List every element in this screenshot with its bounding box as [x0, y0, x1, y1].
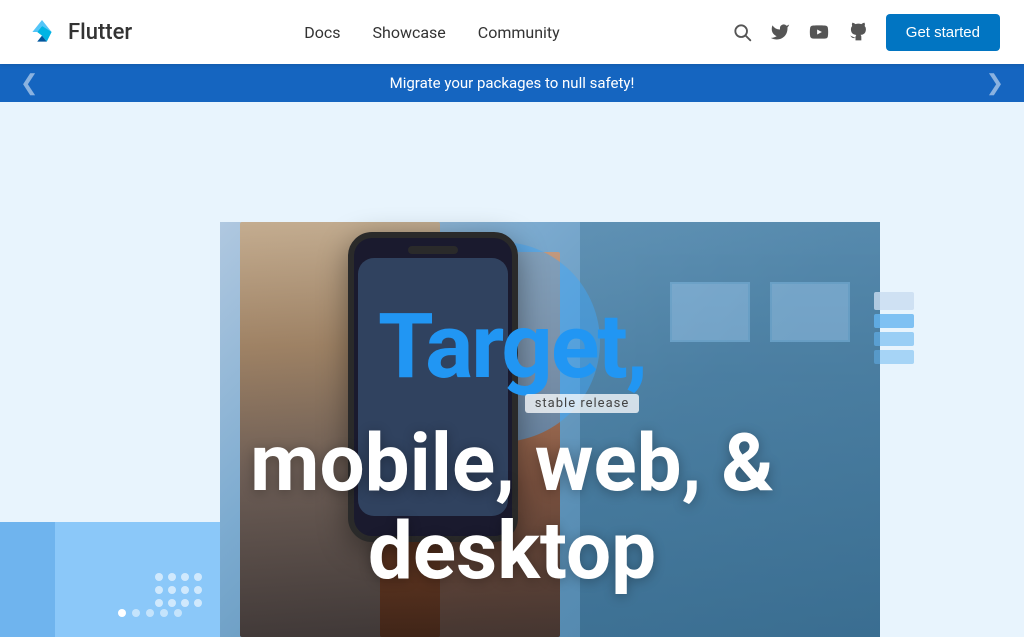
grid-dot [194, 599, 202, 607]
nav-showcase[interactable]: Showcase [373, 23, 446, 42]
carousel-dot-1[interactable] [118, 609, 126, 617]
grid-dot [168, 599, 176, 607]
search-icon[interactable] [732, 22, 752, 42]
train-background [580, 222, 880, 637]
banner-next-icon[interactable]: ❯ [986, 71, 1004, 96]
right-rect-2 [874, 314, 914, 328]
grid-dot [194, 586, 202, 594]
grid-dot [194, 573, 202, 581]
right-rect-1 [874, 292, 914, 310]
grid-dot [181, 573, 189, 581]
phone-notch [408, 246, 458, 254]
navbar: Flutter Docs Showcase Community [0, 0, 1024, 64]
carousel-dot-3[interactable] [146, 609, 154, 617]
carousel-dot-2[interactable] [132, 609, 140, 617]
announcement-banner: ❮ Migrate your packages to null safety! … [0, 64, 1024, 102]
right-rect-decorations [874, 292, 914, 364]
train-window-2 [670, 282, 750, 342]
navbar-brand-area: Flutter [24, 14, 132, 50]
grid-dot [181, 586, 189, 594]
phone-outer [348, 232, 518, 542]
nav-docs[interactable]: Docs [304, 23, 340, 42]
carousel-dots [118, 609, 182, 617]
grid-dot [155, 573, 163, 581]
github-icon[interactable] [848, 22, 868, 42]
grid-dot [155, 586, 163, 594]
youtube-icon[interactable] [808, 22, 830, 42]
hero-section: Target, stable release mobile, web, & de… [0, 102, 1024, 637]
twitter-icon[interactable] [770, 22, 790, 42]
carousel-dot-5[interactable] [174, 609, 182, 617]
nav-community[interactable]: Community [478, 23, 560, 42]
grid-dot [155, 599, 163, 607]
phone-screen [358, 258, 508, 516]
blue-rect-small [0, 522, 55, 637]
grid-dot [181, 599, 189, 607]
right-rect-4 [874, 350, 914, 364]
carousel-dot-4[interactable] [160, 609, 168, 617]
brand-name: Flutter [68, 20, 132, 45]
grid-dot [168, 573, 176, 581]
navbar-actions: Get started [732, 14, 1000, 51]
grid-dot [168, 586, 176, 594]
right-rect-3 [874, 332, 914, 346]
get-started-button[interactable]: Get started [886, 14, 1000, 51]
navbar-nav: Docs Showcase Community [304, 23, 560, 42]
train-window-1 [770, 282, 850, 342]
banner-prev-icon[interactable]: ❮ [20, 71, 38, 96]
banner-text[interactable]: Migrate your packages to null safety! [390, 74, 635, 92]
flutter-logo-icon [24, 14, 60, 50]
phone-device [348, 232, 518, 542]
grid-decoration [155, 573, 202, 607]
